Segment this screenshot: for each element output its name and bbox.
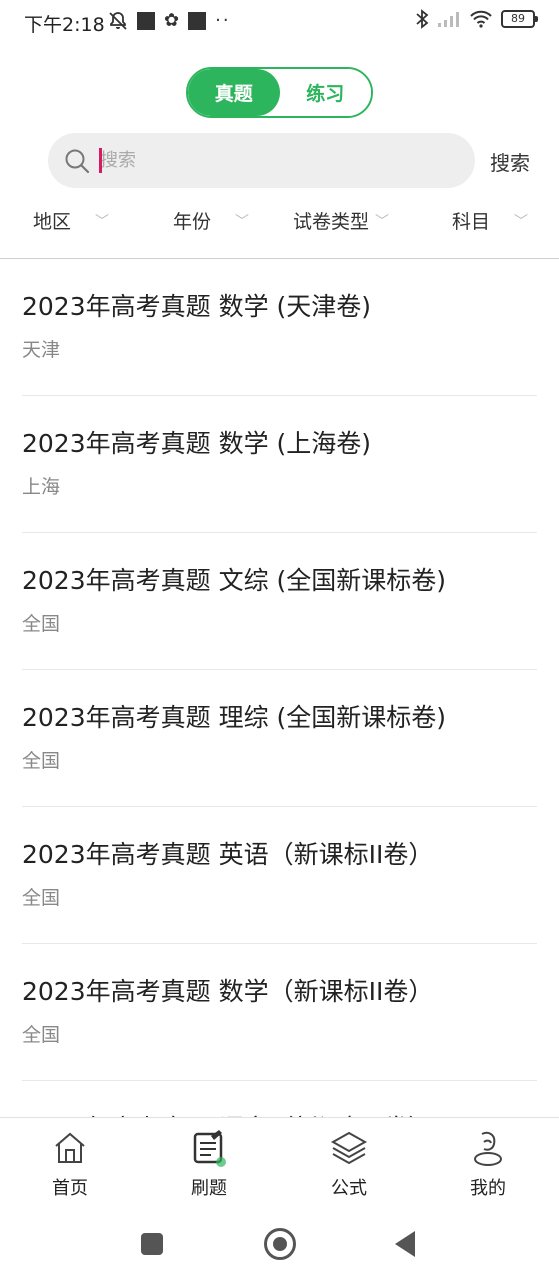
bluetooth-icon	[416, 9, 429, 29]
more-dots-icon: ··	[215, 10, 231, 31]
nav-label: 首页	[52, 1178, 88, 1199]
filter-subject[interactable]: 科目 ﹀	[452, 207, 528, 234]
notification-square-icon	[137, 11, 155, 30]
list-item[interactable]: 2023年高考真题 语文（新课标II卷） 全国	[22, 1081, 537, 1119]
filter-paper-type[interactable]: 试卷类型 ﹀	[293, 207, 389, 234]
home-button-icon[interactable]	[264, 1228, 296, 1260]
recent-apps-icon[interactable]	[141, 1233, 163, 1255]
filter-region[interactable]: 地区 ﹀	[33, 207, 109, 234]
nav-home[interactable]: 首页	[30, 1128, 110, 1200]
battery-icon: 89	[501, 10, 538, 28]
list-item[interactable]: 2023年高考真题 数学 (天津卷) 天津	[22, 259, 537, 396]
paper-title: 2023年高考真题 文综 (全国新课标卷)	[22, 566, 447, 595]
chevron-down-icon: ﹀	[95, 213, 110, 230]
nav-profile[interactable]: 我的	[448, 1128, 528, 1200]
gear-icon: ✿	[164, 9, 180, 31]
exam-mode-toggle: 真题 练习	[186, 67, 373, 118]
list-item[interactable]: 2023年高考真题 数学 (上海卷) 上海	[22, 396, 537, 533]
chevron-down-icon: ﹀	[375, 213, 390, 230]
paper-region: 上海	[22, 476, 61, 498]
nav-label: 公式	[331, 1178, 367, 1199]
search-input[interactable]	[100, 133, 460, 188]
filter-label: 地区	[33, 211, 72, 233]
home-icon	[55, 1132, 85, 1163]
back-icon[interactable]	[395, 1231, 415, 1257]
status-bar: 下午2:18 ✿ ·· 89	[0, 0, 559, 42]
chevron-down-icon: ﹀	[514, 213, 529, 230]
nav-label: 刷题	[191, 1178, 227, 1199]
paper-title: 2023年高考真题 理综 (全国新课标卷)	[22, 703, 447, 732]
status-right-icons: 89	[415, 9, 538, 29]
status-time: 下午2:18	[24, 14, 105, 36]
formula-layers-icon	[330, 1131, 368, 1165]
tab-practice[interactable]: 练习	[279, 69, 371, 116]
paper-title: 2023年高考真题 数学（新课标II卷）	[22, 977, 434, 1006]
search-icon	[65, 149, 90, 174]
search-button[interactable]: 搜索	[490, 147, 530, 176]
status-left-icons: ✿ ··	[108, 10, 231, 31]
nav-formula[interactable]: 公式	[309, 1128, 389, 1200]
signal-icon	[438, 12, 459, 27]
paper-region: 全国	[22, 1024, 61, 1046]
filter-label: 年份	[173, 211, 212, 233]
chevron-down-icon: ﹀	[235, 213, 250, 230]
nav-label: 我的	[470, 1178, 506, 1199]
system-nav-bar	[0, 1207, 559, 1280]
nav-practice[interactable]: 刷题	[169, 1128, 249, 1200]
bottom-nav: 首页 刷题 公式 我的	[0, 1117, 559, 1207]
paper-region: 全国	[22, 887, 61, 909]
filter-label: 科目	[452, 211, 491, 233]
list-item[interactable]: 2023年高考真题 英语（新课标II卷） 全国	[22, 807, 537, 944]
wifi-icon	[470, 10, 492, 28]
list-item[interactable]: 2023年高考真题 数学（新课标II卷） 全国	[22, 944, 537, 1081]
filter-bar: 地区 ﹀ 年份 ﹀ 试卷类型 ﹀ 科目 ﹀	[0, 207, 559, 241]
list-item[interactable]: 2023年高考真题 文综 (全国新课标卷) 全国	[22, 533, 537, 670]
paper-list: 2023年高考真题 数学 (天津卷) 天津 2023年高考真题 数学 (上海卷)…	[0, 259, 559, 1119]
paper-region: 全国	[22, 750, 61, 772]
profile-icon	[474, 1131, 502, 1166]
practice-icon	[193, 1130, 226, 1167]
notification-square-icon	[188, 11, 207, 30]
paper-region: 全国	[22, 613, 61, 635]
list-item[interactable]: 2023年高考真题 理综 (全国新课标卷) 全国	[22, 670, 537, 807]
search-bar	[48, 133, 475, 188]
filter-label: 试卷类型	[293, 211, 370, 233]
paper-region: 天津	[22, 339, 61, 361]
mute-bell-icon	[109, 11, 127, 30]
tab-real-exams[interactable]: 真题	[188, 69, 280, 116]
paper-title: 2023年高考真题 数学 (上海卷)	[22, 429, 372, 458]
filter-year[interactable]: 年份 ﹀	[173, 207, 249, 234]
paper-title: 2023年高考真题 英语（新课标II卷）	[22, 840, 434, 869]
paper-title: 2023年高考真题 数学 (天津卷)	[22, 292, 372, 321]
text-cursor	[99, 148, 102, 173]
